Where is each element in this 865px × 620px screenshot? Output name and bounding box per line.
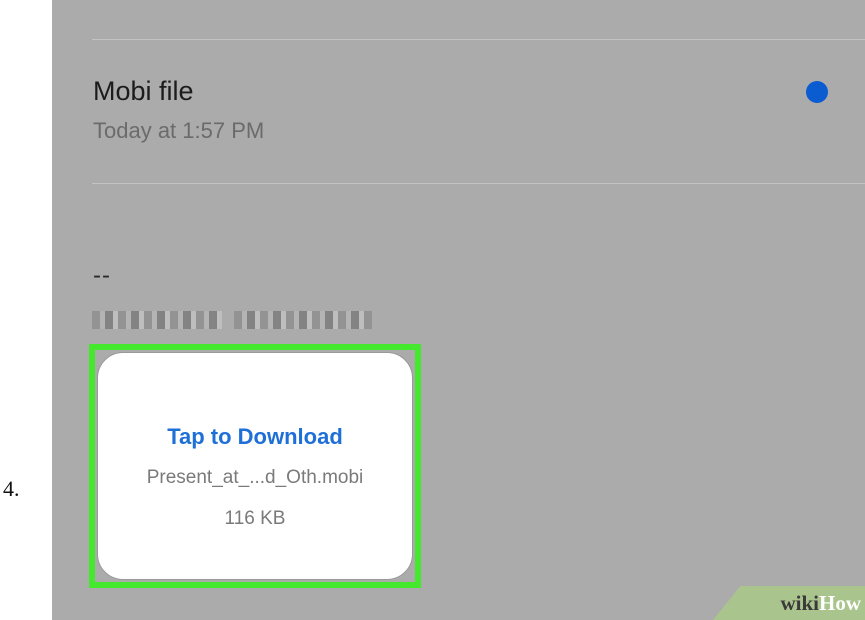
divider-header <box>92 183 865 184</box>
message-subject: Mobi file <box>93 76 194 106</box>
blurred-signature-block <box>92 311 222 329</box>
message-timestamp: Today at 1:57 PM <box>93 118 265 143</box>
step-number: 4. <box>3 476 20 501</box>
tap-to-download-link[interactable]: Tap to Download <box>98 424 412 450</box>
attachment-download-card[interactable]: Tap to Download Present_at_...d_Oth.mobi… <box>97 352 413 580</box>
attachment-file-size: 116 KB <box>224 508 286 529</box>
watermark-how: How <box>819 590 861 615</box>
unread-dot-icon <box>806 81 828 103</box>
signature-separator: -- <box>93 262 111 289</box>
divider-top <box>92 39 865 40</box>
blurred-signature-block <box>234 311 372 329</box>
mail-screenshot: Mobi file Today at 1:57 PM -- Tap to Dow… <box>52 0 865 620</box>
blurred-signature <box>92 311 372 329</box>
wikihow-watermark: wiki How <box>713 586 865 620</box>
watermark-wiki: wiki <box>780 590 819 615</box>
attachment-file-name: Present_at_...d_Oth.mobi <box>146 467 364 488</box>
